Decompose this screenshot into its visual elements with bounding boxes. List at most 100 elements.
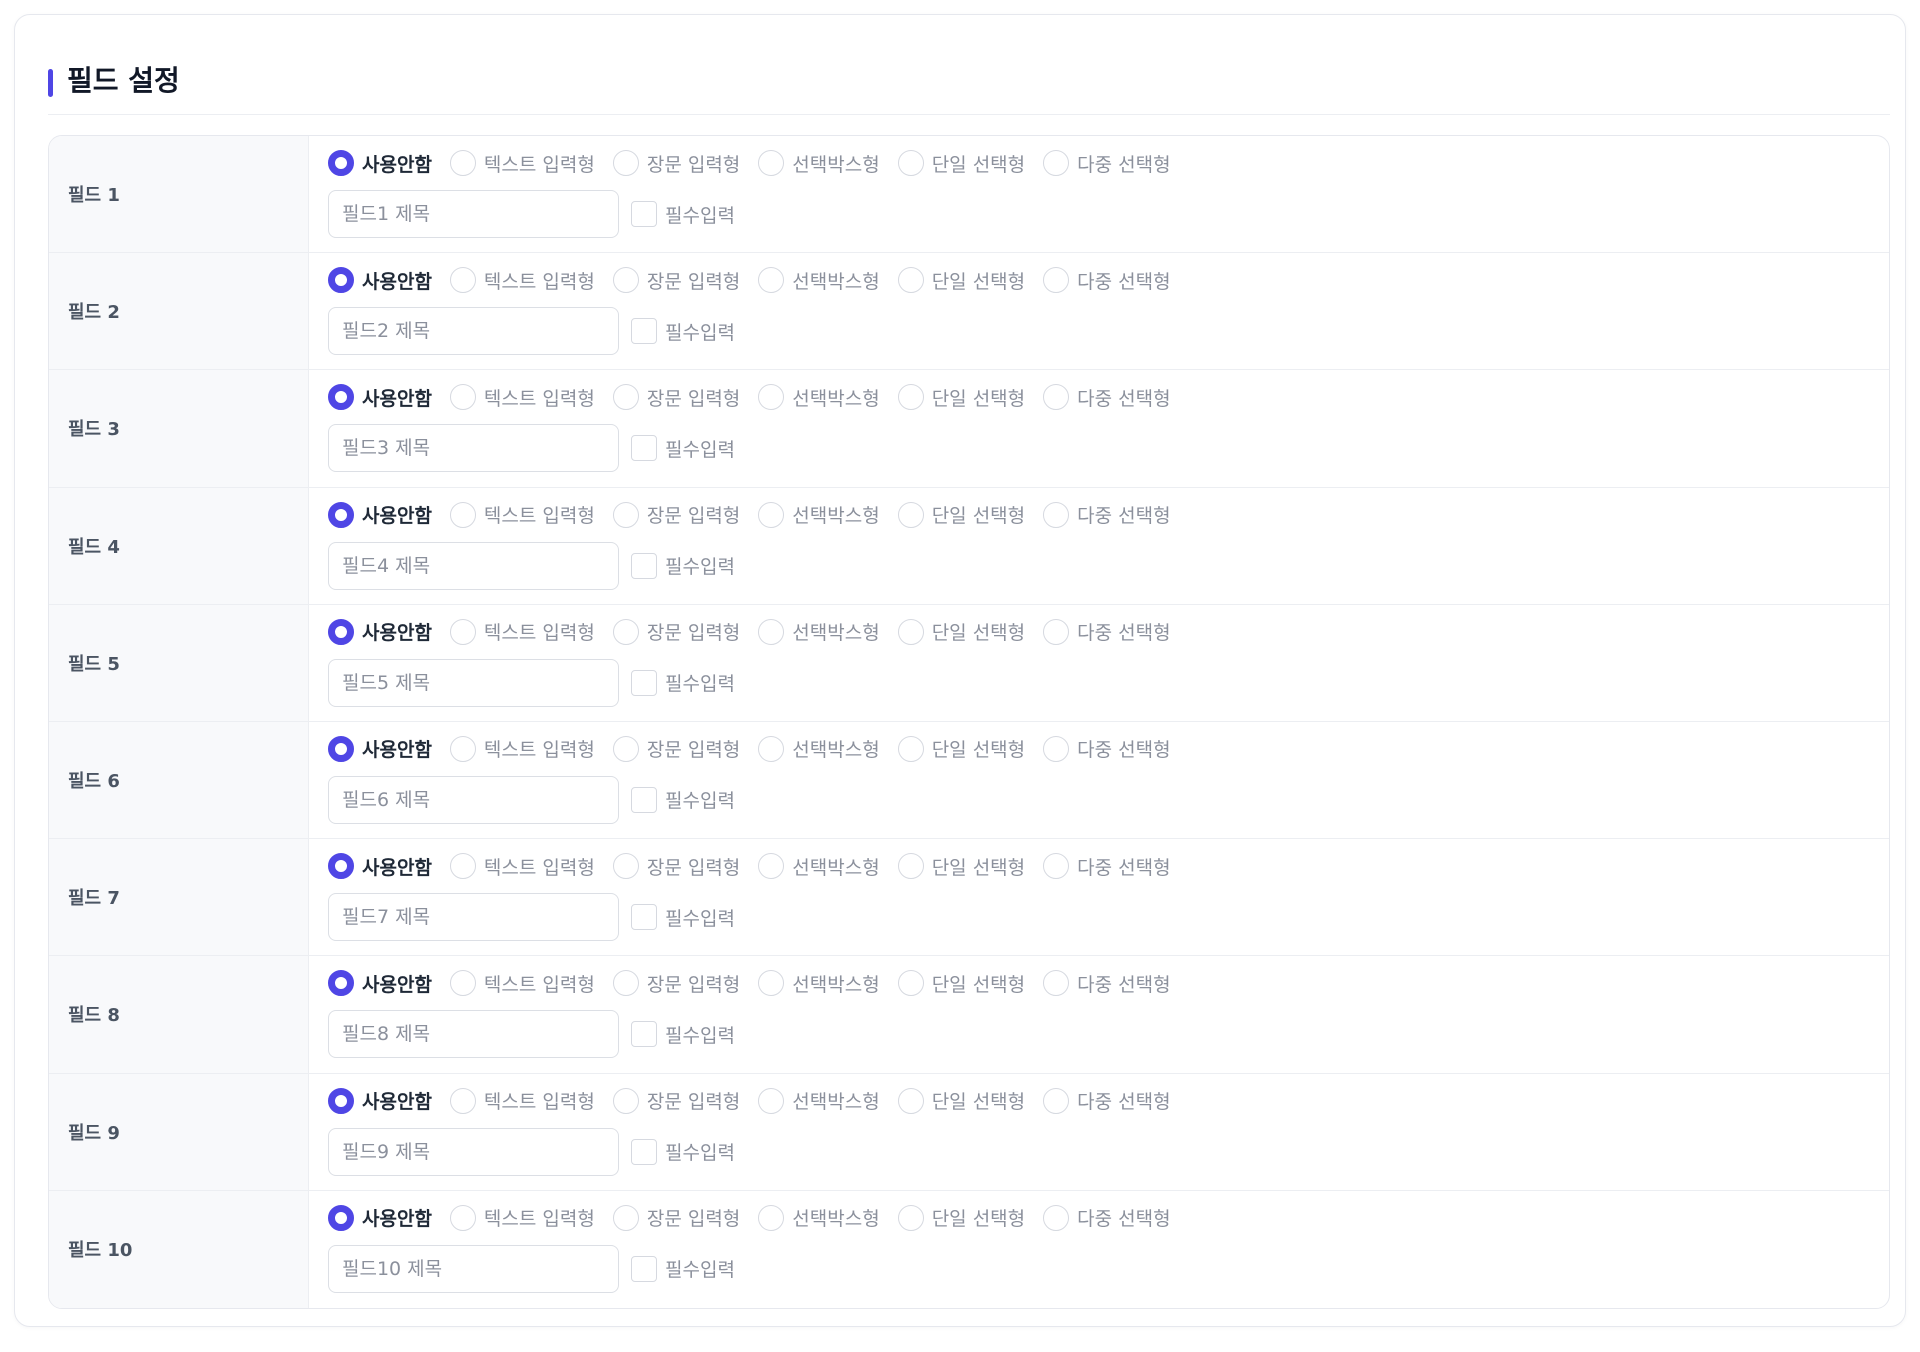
field-8-type-option-1[interactable]: 사용안함 — [328, 970, 432, 997]
required-checkbox-box[interactable] — [631, 904, 657, 931]
field-2-type-option-2[interactable]: 텍스트 입력형 — [449, 267, 595, 294]
radio-circle-icon[interactable] — [328, 735, 354, 762]
field-1-type-option-2[interactable]: 텍스트 입력형 — [449, 150, 595, 177]
radio-circle-icon[interactable] — [1043, 1204, 1070, 1231]
field-8-required-checkbox[interactable]: 필수입력 — [631, 1021, 735, 1048]
field-9-type-option-4[interactable]: 선택박스형 — [758, 1087, 880, 1114]
field-5-type-option-2[interactable]: 텍스트 입력형 — [449, 618, 595, 645]
radio-circle-icon[interactable] — [1043, 970, 1070, 997]
field-3-type-option-5[interactable]: 단일 선택형 — [897, 384, 1025, 411]
field-10-type-option-3[interactable]: 장문 입력형 — [612, 1204, 740, 1231]
field-8-type-option-2[interactable]: 텍스트 입력형 — [449, 970, 595, 997]
radio-circle-icon[interactable] — [328, 150, 354, 176]
field-7-type-option-5[interactable]: 단일 선택형 — [897, 853, 1025, 880]
field-5-required-checkbox[interactable]: 필수입력 — [631, 669, 735, 696]
radio-circle-icon[interactable] — [449, 384, 476, 411]
radio-circle-icon[interactable] — [758, 150, 785, 176]
field-5-type-option-6[interactable]: 다중 선택형 — [1043, 618, 1171, 645]
field-3-required-checkbox[interactable]: 필수입력 — [631, 435, 735, 462]
required-checkbox-box[interactable] — [631, 1138, 657, 1165]
radio-circle-icon[interactable] — [449, 1087, 476, 1114]
field-7-type-option-1[interactable]: 사용안함 — [328, 853, 432, 880]
field-10-type-option-4[interactable]: 선택박스형 — [758, 1204, 880, 1231]
radio-circle-icon[interactable] — [1043, 735, 1070, 762]
radio-circle-icon[interactable] — [612, 267, 639, 294]
field-6-type-option-4[interactable]: 선택박스형 — [758, 735, 880, 762]
required-checkbox-box[interactable] — [631, 435, 657, 462]
field-1-type-option-6[interactable]: 다중 선택형 — [1043, 150, 1171, 177]
radio-circle-icon[interactable] — [897, 1204, 924, 1231]
field-4-type-option-4[interactable]: 선택박스형 — [758, 501, 880, 528]
field-9-type-option-2[interactable]: 텍스트 입력형 — [449, 1087, 595, 1114]
radio-circle-icon[interactable] — [612, 618, 639, 645]
radio-circle-icon[interactable] — [449, 853, 476, 880]
field-2-title-input[interactable] — [328, 307, 619, 356]
radio-circle-icon[interactable] — [612, 501, 639, 528]
radio-circle-icon[interactable] — [1043, 618, 1070, 645]
radio-circle-icon[interactable] — [449, 501, 476, 528]
field-2-type-option-6[interactable]: 다중 선택형 — [1043, 267, 1171, 294]
field-5-title-input[interactable] — [328, 658, 619, 707]
field-7-type-option-3[interactable]: 장문 입력형 — [612, 853, 740, 880]
field-3-type-option-4[interactable]: 선택박스형 — [758, 384, 880, 411]
field-10-title-input[interactable] — [328, 1244, 619, 1293]
field-3-type-option-2[interactable]: 텍스트 입력형 — [449, 384, 595, 411]
field-9-type-option-1[interactable]: 사용안함 — [328, 1087, 432, 1114]
radio-circle-icon[interactable] — [897, 1087, 924, 1114]
radio-circle-icon[interactable] — [1043, 853, 1070, 880]
radio-circle-icon[interactable] — [328, 384, 354, 411]
field-5-type-option-1[interactable]: 사용안함 — [328, 618, 432, 645]
field-8-type-option-3[interactable]: 장문 입력형 — [612, 970, 740, 997]
radio-circle-icon[interactable] — [758, 853, 785, 880]
radio-circle-icon[interactable] — [328, 267, 354, 294]
field-8-title-input[interactable] — [328, 1010, 619, 1059]
radio-circle-icon[interactable] — [897, 267, 924, 294]
field-7-title-input[interactable] — [328, 893, 619, 942]
radio-circle-icon[interactable] — [328, 1204, 354, 1231]
radio-circle-icon[interactable] — [897, 735, 924, 762]
radio-circle-icon[interactable] — [897, 970, 924, 997]
radio-circle-icon[interactable] — [612, 735, 639, 762]
field-2-type-option-1[interactable]: 사용안함 — [328, 267, 432, 294]
radio-circle-icon[interactable] — [612, 970, 639, 997]
field-3-title-input[interactable] — [328, 424, 619, 473]
required-checkbox-box[interactable] — [631, 318, 657, 345]
field-3-type-option-1[interactable]: 사용안함 — [328, 384, 432, 411]
radio-circle-icon[interactable] — [328, 853, 354, 880]
radio-circle-icon[interactable] — [328, 618, 354, 645]
radio-circle-icon[interactable] — [1043, 384, 1070, 411]
field-4-required-checkbox[interactable]: 필수입력 — [631, 552, 735, 579]
field-6-type-option-1[interactable]: 사용안함 — [328, 735, 432, 762]
radio-circle-icon[interactable] — [758, 735, 785, 762]
field-6-type-option-2[interactable]: 텍스트 입력형 — [449, 735, 595, 762]
field-4-type-option-6[interactable]: 다중 선택형 — [1043, 501, 1171, 528]
field-1-type-option-1[interactable]: 사용안함 — [328, 150, 432, 177]
radio-circle-icon[interactable] — [758, 501, 785, 528]
required-checkbox-box[interactable] — [631, 786, 657, 813]
field-8-type-option-6[interactable]: 다중 선택형 — [1043, 970, 1171, 997]
field-2-type-option-4[interactable]: 선택박스형 — [758, 267, 880, 294]
field-9-type-option-6[interactable]: 다중 선택형 — [1043, 1087, 1171, 1114]
field-6-required-checkbox[interactable]: 필수입력 — [631, 786, 735, 813]
radio-circle-icon[interactable] — [449, 618, 476, 645]
field-1-type-option-5[interactable]: 단일 선택형 — [897, 150, 1025, 177]
radio-circle-icon[interactable] — [449, 970, 476, 997]
field-7-type-option-4[interactable]: 선택박스형 — [758, 853, 880, 880]
field-4-type-option-3[interactable]: 장문 입력형 — [612, 501, 740, 528]
field-7-type-option-2[interactable]: 텍스트 입력형 — [449, 853, 595, 880]
field-1-type-option-4[interactable]: 선택박스형 — [758, 150, 880, 177]
field-9-required-checkbox[interactable]: 필수입력 — [631, 1138, 735, 1165]
radio-circle-icon[interactable] — [897, 150, 924, 176]
radio-circle-icon[interactable] — [612, 1204, 639, 1231]
radio-circle-icon[interactable] — [612, 1087, 639, 1114]
radio-circle-icon[interactable] — [449, 150, 476, 176]
field-4-type-option-2[interactable]: 텍스트 입력형 — [449, 501, 595, 528]
field-8-type-option-5[interactable]: 단일 선택형 — [897, 970, 1025, 997]
field-1-required-checkbox[interactable]: 필수입력 — [631, 201, 735, 228]
field-9-type-option-3[interactable]: 장문 입력형 — [612, 1087, 740, 1114]
radio-circle-icon[interactable] — [449, 267, 476, 294]
field-5-type-option-3[interactable]: 장문 입력형 — [612, 618, 740, 645]
radio-circle-icon[interactable] — [612, 384, 639, 411]
field-5-type-option-5[interactable]: 단일 선택형 — [897, 618, 1025, 645]
field-6-type-option-6[interactable]: 다중 선택형 — [1043, 735, 1171, 762]
